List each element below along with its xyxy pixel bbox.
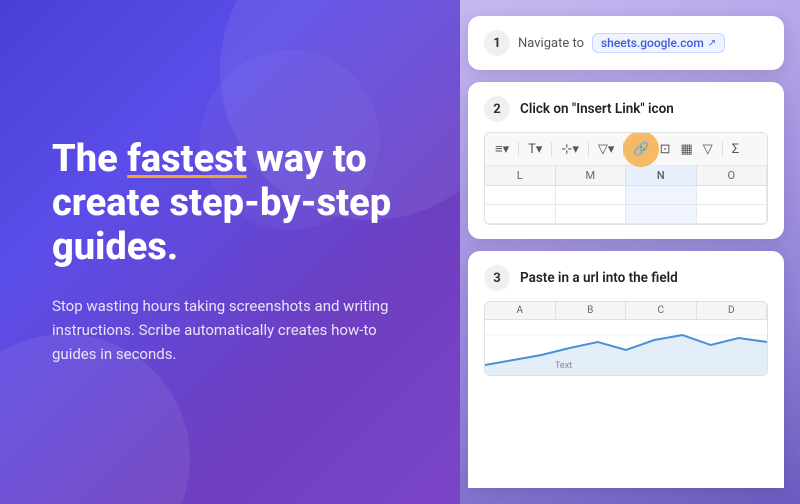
chart-col-D: D (697, 302, 768, 319)
cell-O1 (697, 186, 768, 204)
step2-title: Click on "Insert Link" icon (520, 101, 674, 117)
spreadsheet-row-1 (485, 186, 767, 205)
cell-M1 (556, 186, 627, 204)
cell-L2 (485, 205, 556, 223)
divider-2 (551, 142, 552, 156)
spreadsheet-row-2 (485, 205, 767, 224)
subtext: Stop wasting hours taking screenshots an… (52, 294, 412, 366)
step1-label: Navigate to (518, 36, 584, 51)
toolbar-filter-icon: ▽▾ (596, 140, 617, 159)
step2-header: 2 Click on "Insert Link" icon (484, 96, 768, 122)
step3-title: Paste in a url into the field (520, 270, 678, 286)
headline: The fastest way to create step-by-step g… (52, 138, 412, 269)
toolbar-align-icon: ≡▾ (493, 139, 511, 159)
spreadsheet-mockup: ≡▾ T▾ ⊹▾ ▽▾ 🔗 🔗 ⊡ ▦ ▽ Σ (484, 132, 768, 225)
step3-header: 3 Paste in a url into the field (484, 265, 768, 291)
url-text: sheets.google.com (601, 36, 704, 50)
cell-M2 (556, 205, 627, 223)
step-card-2: 2 Click on "Insert Link" icon ≡▾ T▾ ⊹▾ ▽… (468, 82, 784, 239)
highlight-ring: 🔗 (623, 132, 659, 167)
chart-col-A: A (485, 302, 556, 319)
toolbar-text-icon: T▾ (526, 140, 544, 159)
step-number-1: 1 (484, 30, 510, 56)
right-panel: 1 Navigate to sheets.google.com ↗ 2 Clic… (460, 0, 800, 504)
chart-svg (485, 320, 767, 375)
toolbar-sum-icon: Σ (730, 140, 741, 159)
step-number-2: 2 (484, 96, 510, 122)
chart-area: Text (485, 320, 767, 375)
chart-mockup: A B C D Text (484, 301, 768, 376)
chart-col-C: C (626, 302, 697, 319)
cell-O2 (697, 205, 768, 223)
step1-content: 1 Navigate to sheets.google.com ↗ (484, 30, 768, 56)
toolbar-row: ≡▾ T▾ ⊹▾ ▽▾ 🔗 🔗 ⊡ ▦ ▽ Σ (485, 133, 767, 166)
cell-L1 (485, 186, 556, 204)
spreadsheet-columns: L M N O (485, 166, 767, 186)
toolbar-filter2-icon: ▽ (701, 140, 715, 159)
step-card-3: 3 Paste in a url into the field A B C D (468, 251, 784, 488)
toolbar-chart-icon: ▦ (678, 140, 694, 159)
link-icon: 🔗 (633, 142, 649, 157)
chart-columns: A B C D (485, 302, 767, 320)
chart-text-label: Text (555, 361, 572, 371)
url-chip[interactable]: sheets.google.com ↗ (592, 33, 725, 53)
step-number-3: 3 (484, 265, 510, 291)
divider-1 (518, 142, 519, 156)
col-L: L (485, 166, 556, 185)
col-O: O (697, 166, 768, 185)
divider-3 (588, 142, 589, 156)
chart-col-B: B (556, 302, 627, 319)
cell-N2 (626, 205, 697, 223)
left-panel: The fastest way to create step-by-step g… (0, 0, 460, 504)
col-M: M (556, 166, 627, 185)
cell-N1 (626, 186, 697, 204)
step-card-1: 1 Navigate to sheets.google.com ↗ (468, 16, 784, 70)
divider-5 (722, 142, 723, 156)
toolbar-link-highlighted[interactable]: 🔗 🔗 (631, 140, 651, 159)
col-N: N (626, 166, 697, 185)
toolbar-image-icon: ⊡ (658, 140, 673, 159)
external-link-icon: ↗ (708, 38, 716, 49)
headline-emphasis: fastest (127, 137, 247, 181)
toolbar-indent-icon: ⊹▾ (559, 140, 580, 159)
